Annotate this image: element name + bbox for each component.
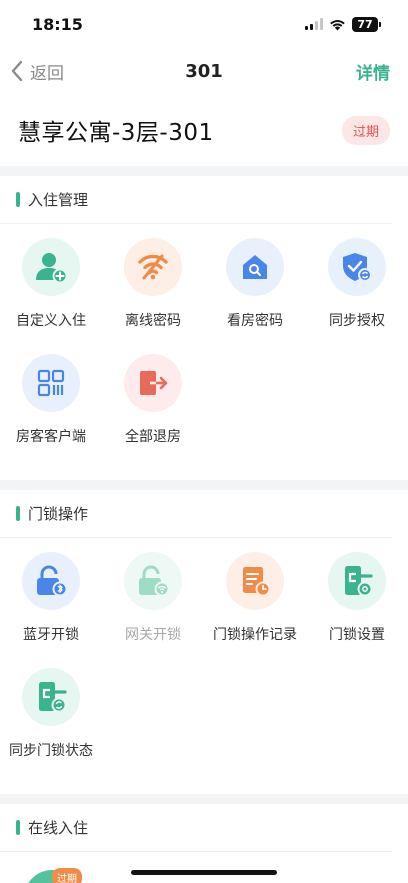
qr-code-icon xyxy=(37,369,65,397)
lock-grid: 蓝牙开锁 网关开锁 门锁操作记录 门锁设置 同步门锁状态 xyxy=(0,538,408,780)
tile-label: 离线密码 xyxy=(125,313,181,329)
section-title: 入住管理 xyxy=(28,191,89,209)
offline-password-button[interactable]: 离线密码 xyxy=(102,238,204,350)
bluetooth-lock-icon xyxy=(37,565,68,597)
viewing-password-button[interactable]: 看房密码 xyxy=(204,238,306,350)
checkout-all-button[interactable]: 全部退房 xyxy=(102,354,204,466)
signal-icon xyxy=(305,18,323,30)
tile-label: 全部退房 xyxy=(125,429,181,445)
tile-label: 门锁设置 xyxy=(329,627,385,643)
online-status-badge: 过期 xyxy=(52,868,82,883)
custom-checkin-button[interactable]: 自定义入住 xyxy=(0,238,102,350)
tile-label: 同步门锁状态 xyxy=(9,743,93,759)
section-title: 门锁操作 xyxy=(28,505,89,523)
home-indicator xyxy=(131,870,277,875)
checkin-grid: 自定义入住 离线密码 看房密码 同步授权 房客客户端 全部退房 xyxy=(0,224,408,466)
back-button[interactable]: 返回 xyxy=(10,59,64,84)
shield-sync-icon xyxy=(343,253,372,282)
house-search-icon xyxy=(243,255,267,279)
sync-authorization-button[interactable]: 同步授权 xyxy=(306,238,408,350)
tile-label: 网关开锁 xyxy=(125,627,181,643)
gateway-unlock-button[interactable]: 网关开锁 xyxy=(102,552,204,664)
nav-bar: 返回 301 详情 xyxy=(0,48,408,94)
section-header: 入住管理 xyxy=(0,176,392,224)
status-badge: 过期 xyxy=(341,115,390,145)
detail-button[interactable]: 详情 xyxy=(356,59,390,84)
gateway-lock-icon xyxy=(139,565,170,597)
tile-label: 蓝牙开锁 xyxy=(23,627,79,643)
section-accent-bar xyxy=(16,192,20,207)
status-icons: 77 xyxy=(305,16,381,32)
section-header: 门锁操作 xyxy=(0,490,392,538)
wifi-icon xyxy=(330,19,345,30)
bluetooth-unlock-button[interactable]: 蓝牙开锁 xyxy=(0,552,102,664)
lock-settings-button[interactable]: 门锁设置 xyxy=(306,552,408,664)
tile-label: 看房密码 xyxy=(227,313,283,329)
lock-record-button[interactable]: 门锁操作记录 xyxy=(204,552,306,664)
wifi-off-icon xyxy=(138,254,168,280)
exit-icon xyxy=(140,371,168,395)
battery-icon: 77 xyxy=(352,16,381,32)
tile-label: 同步授权 xyxy=(329,313,385,329)
tile-label: 门锁操作记录 xyxy=(213,627,297,643)
user-add-icon xyxy=(36,253,68,284)
tenant-client-button[interactable]: 房客客户端 xyxy=(0,354,102,466)
online-body: 过期 xyxy=(0,852,408,883)
lock-settings-icon xyxy=(345,566,373,597)
tile-label: 自定义入住 xyxy=(16,313,86,329)
section-title: 在线入住 xyxy=(28,819,89,837)
sync-lock-status-button[interactable]: 同步门锁状态 xyxy=(0,668,102,780)
section-accent-bar xyxy=(16,506,20,521)
status-bar: 18:15 77 xyxy=(0,0,408,48)
room-name: 慧享公寓-3层-301 xyxy=(18,120,214,146)
back-label: 返回 xyxy=(30,63,64,84)
room-header: 慧享公寓-3层-301 过期 xyxy=(0,94,408,166)
chevron-left-icon xyxy=(11,60,23,82)
lock-section: 门锁操作 蓝牙开锁 网关开锁 门锁操作记录 门锁设置 同步门锁状态 xyxy=(0,490,408,794)
section-accent-bar xyxy=(16,820,20,835)
status-time: 18:15 xyxy=(32,14,83,34)
section-header: 在线入住 xyxy=(0,804,392,852)
checkin-section: 入住管理 自定义入住 离线密码 看房密码 同步授权 房客客户端 全部退房 xyxy=(0,176,408,480)
tile-label: 房客客户端 xyxy=(16,429,86,445)
lock-sync-icon xyxy=(39,682,67,713)
record-icon xyxy=(243,567,271,597)
